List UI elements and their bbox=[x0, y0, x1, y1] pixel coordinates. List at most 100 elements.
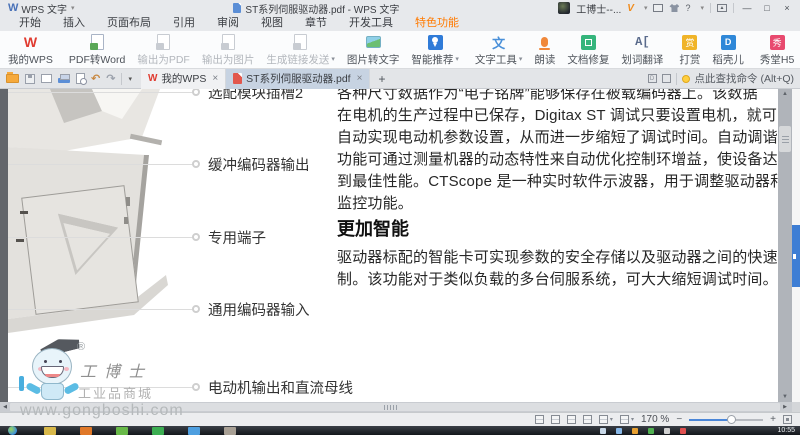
collapsed-panel-tab[interactable] bbox=[792, 225, 800, 287]
reward-icon: 赏 bbox=[682, 35, 697, 50]
wps-window: W WPS 文字 ▾ ST系列伺服驱动器.pdf - WPS 文字 工博士--.… bbox=[0, 0, 800, 435]
page-options-icon[interactable] bbox=[599, 415, 608, 424]
ribbon-button-smart-recommend[interactable]: 智能推荐▾ bbox=[405, 33, 465, 67]
zoom-out-button[interactable]: − bbox=[676, 414, 682, 425]
tray-icon[interactable] bbox=[648, 428, 654, 434]
page-view-icon[interactable] bbox=[551, 415, 560, 424]
tray-icon[interactable] bbox=[680, 428, 686, 434]
ribbon-button-export-image: 输出为图片 bbox=[196, 33, 261, 67]
close-tab-icon[interactable]: × bbox=[212, 73, 218, 84]
scroll-right-icon[interactable]: ▶ bbox=[780, 402, 790, 412]
ribbon-button-read-aloud[interactable]: 朗读 bbox=[528, 33, 561, 67]
zoom-slider-knob[interactable] bbox=[727, 415, 736, 424]
quick-access-toolbar: ↶ ↷ ▾ bbox=[0, 72, 141, 85]
undo-icon[interactable]: ↶ bbox=[91, 72, 100, 85]
start-button[interactable] bbox=[8, 426, 17, 435]
ribbon-button-reward[interactable]: 赏 打赏 bbox=[673, 33, 706, 67]
fit-page-icon[interactable] bbox=[535, 415, 544, 424]
redo-icon[interactable]: ↷ bbox=[106, 72, 115, 85]
document-viewport[interactable]: 选配模块插槽2 缓冲编码器输出 专用端子 通用编码器输入 电动机输出和直流母线 … bbox=[0, 89, 800, 402]
ribbon-button-text-tools[interactable]: 文 文字工具▾ bbox=[469, 33, 529, 67]
zoom-in-button[interactable]: + bbox=[770, 414, 776, 425]
doc-mode-icon[interactable]: D bbox=[648, 74, 657, 83]
document-line: 到最佳性能。CTScope 是一种实时软件示波器，用于调整驱动器和 bbox=[337, 171, 787, 193]
taskbar-app-6[interactable] bbox=[224, 427, 236, 435]
close-button[interactable]: × bbox=[780, 3, 794, 13]
tray-icon[interactable] bbox=[632, 428, 638, 434]
taskbar-app-4[interactable] bbox=[152, 427, 164, 435]
vip-badge[interactable]: V bbox=[627, 3, 634, 14]
minimize-button[interactable]: — bbox=[740, 3, 754, 13]
maximize-button[interactable]: □ bbox=[760, 3, 774, 13]
menu-tab-references[interactable]: 引用 bbox=[162, 16, 206, 31]
menu-tab-home[interactable]: 开始 bbox=[8, 16, 52, 31]
dropdown-caret-icon: ▾ bbox=[455, 55, 459, 63]
tray-icon[interactable] bbox=[616, 428, 622, 434]
outline-view-icon[interactable] bbox=[567, 415, 576, 424]
taskbar-app-3[interactable] bbox=[116, 427, 128, 435]
eye-protect-group[interactable]: ▾ bbox=[620, 415, 634, 424]
horizontal-scroll-thumb[interactable] bbox=[10, 403, 780, 411]
web-view-icon[interactable] bbox=[583, 415, 592, 424]
export-image-icon bbox=[222, 34, 235, 50]
tray-icon[interactable] bbox=[600, 428, 606, 434]
menu-tab-page-layout[interactable]: 页面布局 bbox=[96, 16, 162, 31]
doc-tab-pdf[interactable]: ST系列伺服驱动器.pdf × bbox=[226, 69, 370, 89]
scrollbar-corner bbox=[792, 402, 800, 412]
horizontal-scrollbar[interactable]: ◀ ▶ bbox=[0, 402, 800, 412]
docer-icon: D bbox=[721, 35, 736, 50]
restore-up-icon[interactable]: ▲ bbox=[717, 4, 727, 12]
save-icon[interactable] bbox=[25, 74, 35, 84]
eye-protect-icon[interactable] bbox=[620, 415, 629, 424]
ribbon-button-pdf-to-word[interactable]: PDF转Word bbox=[63, 33, 131, 67]
export-icon[interactable] bbox=[41, 74, 52, 83]
zoom-level: 170 % bbox=[641, 414, 669, 425]
user-menu-caret-icon[interactable]: ▾ bbox=[644, 4, 648, 12]
ribbon-collapse-icon[interactable] bbox=[662, 74, 671, 83]
print-icon[interactable] bbox=[58, 78, 70, 83]
open-icon[interactable] bbox=[6, 74, 19, 83]
help-caret-icon[interactable]: ▾ bbox=[700, 4, 704, 12]
print-preview-icon[interactable] bbox=[76, 73, 85, 84]
find-command-area[interactable]: D 点此查找命令 (Alt+Q) bbox=[648, 71, 800, 86]
ribbon-button-xiutang-h5[interactable]: 秀 秀堂H5 bbox=[754, 33, 800, 67]
taskbar-app-5[interactable] bbox=[188, 427, 200, 435]
new-tab-button[interactable]: + bbox=[370, 72, 393, 86]
menu-tab-review[interactable]: 审阅 bbox=[206, 16, 250, 31]
ribbon-button-word-translate[interactable]: A[ 划词翻译 bbox=[615, 33, 669, 67]
ribbon-button-docer[interactable]: D 稻壳儿 bbox=[706, 33, 750, 67]
page-edge-strip bbox=[0, 89, 8, 402]
servo-drive-photo bbox=[8, 89, 348, 402]
close-tab-icon[interactable]: × bbox=[357, 73, 363, 84]
ribbon-button-doc-repair[interactable]: 文档修复 bbox=[561, 33, 615, 67]
customize-toolbar-caret-icon[interactable]: ▾ bbox=[128, 75, 135, 83]
menu-tab-insert[interactable]: 插入 bbox=[52, 16, 96, 31]
ribbon-button-share-link: 生成链接发送▾ bbox=[260, 33, 341, 67]
ribbon-button-image-to-text[interactable]: 图片转文字 bbox=[341, 33, 406, 67]
taskbar-app-folder[interactable] bbox=[44, 427, 56, 435]
tray-icon[interactable] bbox=[664, 428, 670, 434]
fullscreen-icon[interactable] bbox=[783, 415, 792, 424]
app-menu-button[interactable]: WPS 文字 bbox=[21, 1, 67, 16]
user-name[interactable]: 工博士--... bbox=[576, 1, 621, 16]
scroll-up-icon[interactable]: ▲ bbox=[778, 89, 792, 99]
scroll-left-icon[interactable]: ◀ bbox=[0, 402, 10, 412]
help-icon[interactable]: ? bbox=[685, 3, 690, 13]
menu-tab-special-features[interactable]: 特色功能 bbox=[404, 16, 470, 31]
briefcase-icon[interactable] bbox=[653, 4, 663, 12]
ribbon-button-my-wps[interactable]: W 我的WPS bbox=[2, 33, 59, 67]
vertical-scrollbar[interactable]: ▲ ▼ bbox=[778, 89, 792, 402]
menu-tab-section[interactable]: 章节 bbox=[294, 16, 338, 31]
skin-icon[interactable] bbox=[669, 4, 679, 12]
doc-tab-my-wps[interactable]: W 我的WPS × bbox=[141, 69, 226, 89]
taskbar-app-2[interactable] bbox=[80, 427, 92, 435]
document-heading: 更加智能 bbox=[337, 217, 787, 241]
menu-tab-view[interactable]: 视图 bbox=[250, 16, 294, 31]
page-options-group[interactable]: ▾ bbox=[599, 415, 613, 424]
scroll-down-icon[interactable]: ▼ bbox=[778, 392, 792, 402]
user-avatar[interactable] bbox=[558, 2, 570, 14]
vertical-scroll-thumb[interactable] bbox=[779, 126, 791, 152]
pdf-to-word-icon bbox=[91, 34, 104, 50]
zoom-slider[interactable] bbox=[689, 415, 763, 424]
menu-tab-developer[interactable]: 开发工具 bbox=[338, 16, 404, 31]
